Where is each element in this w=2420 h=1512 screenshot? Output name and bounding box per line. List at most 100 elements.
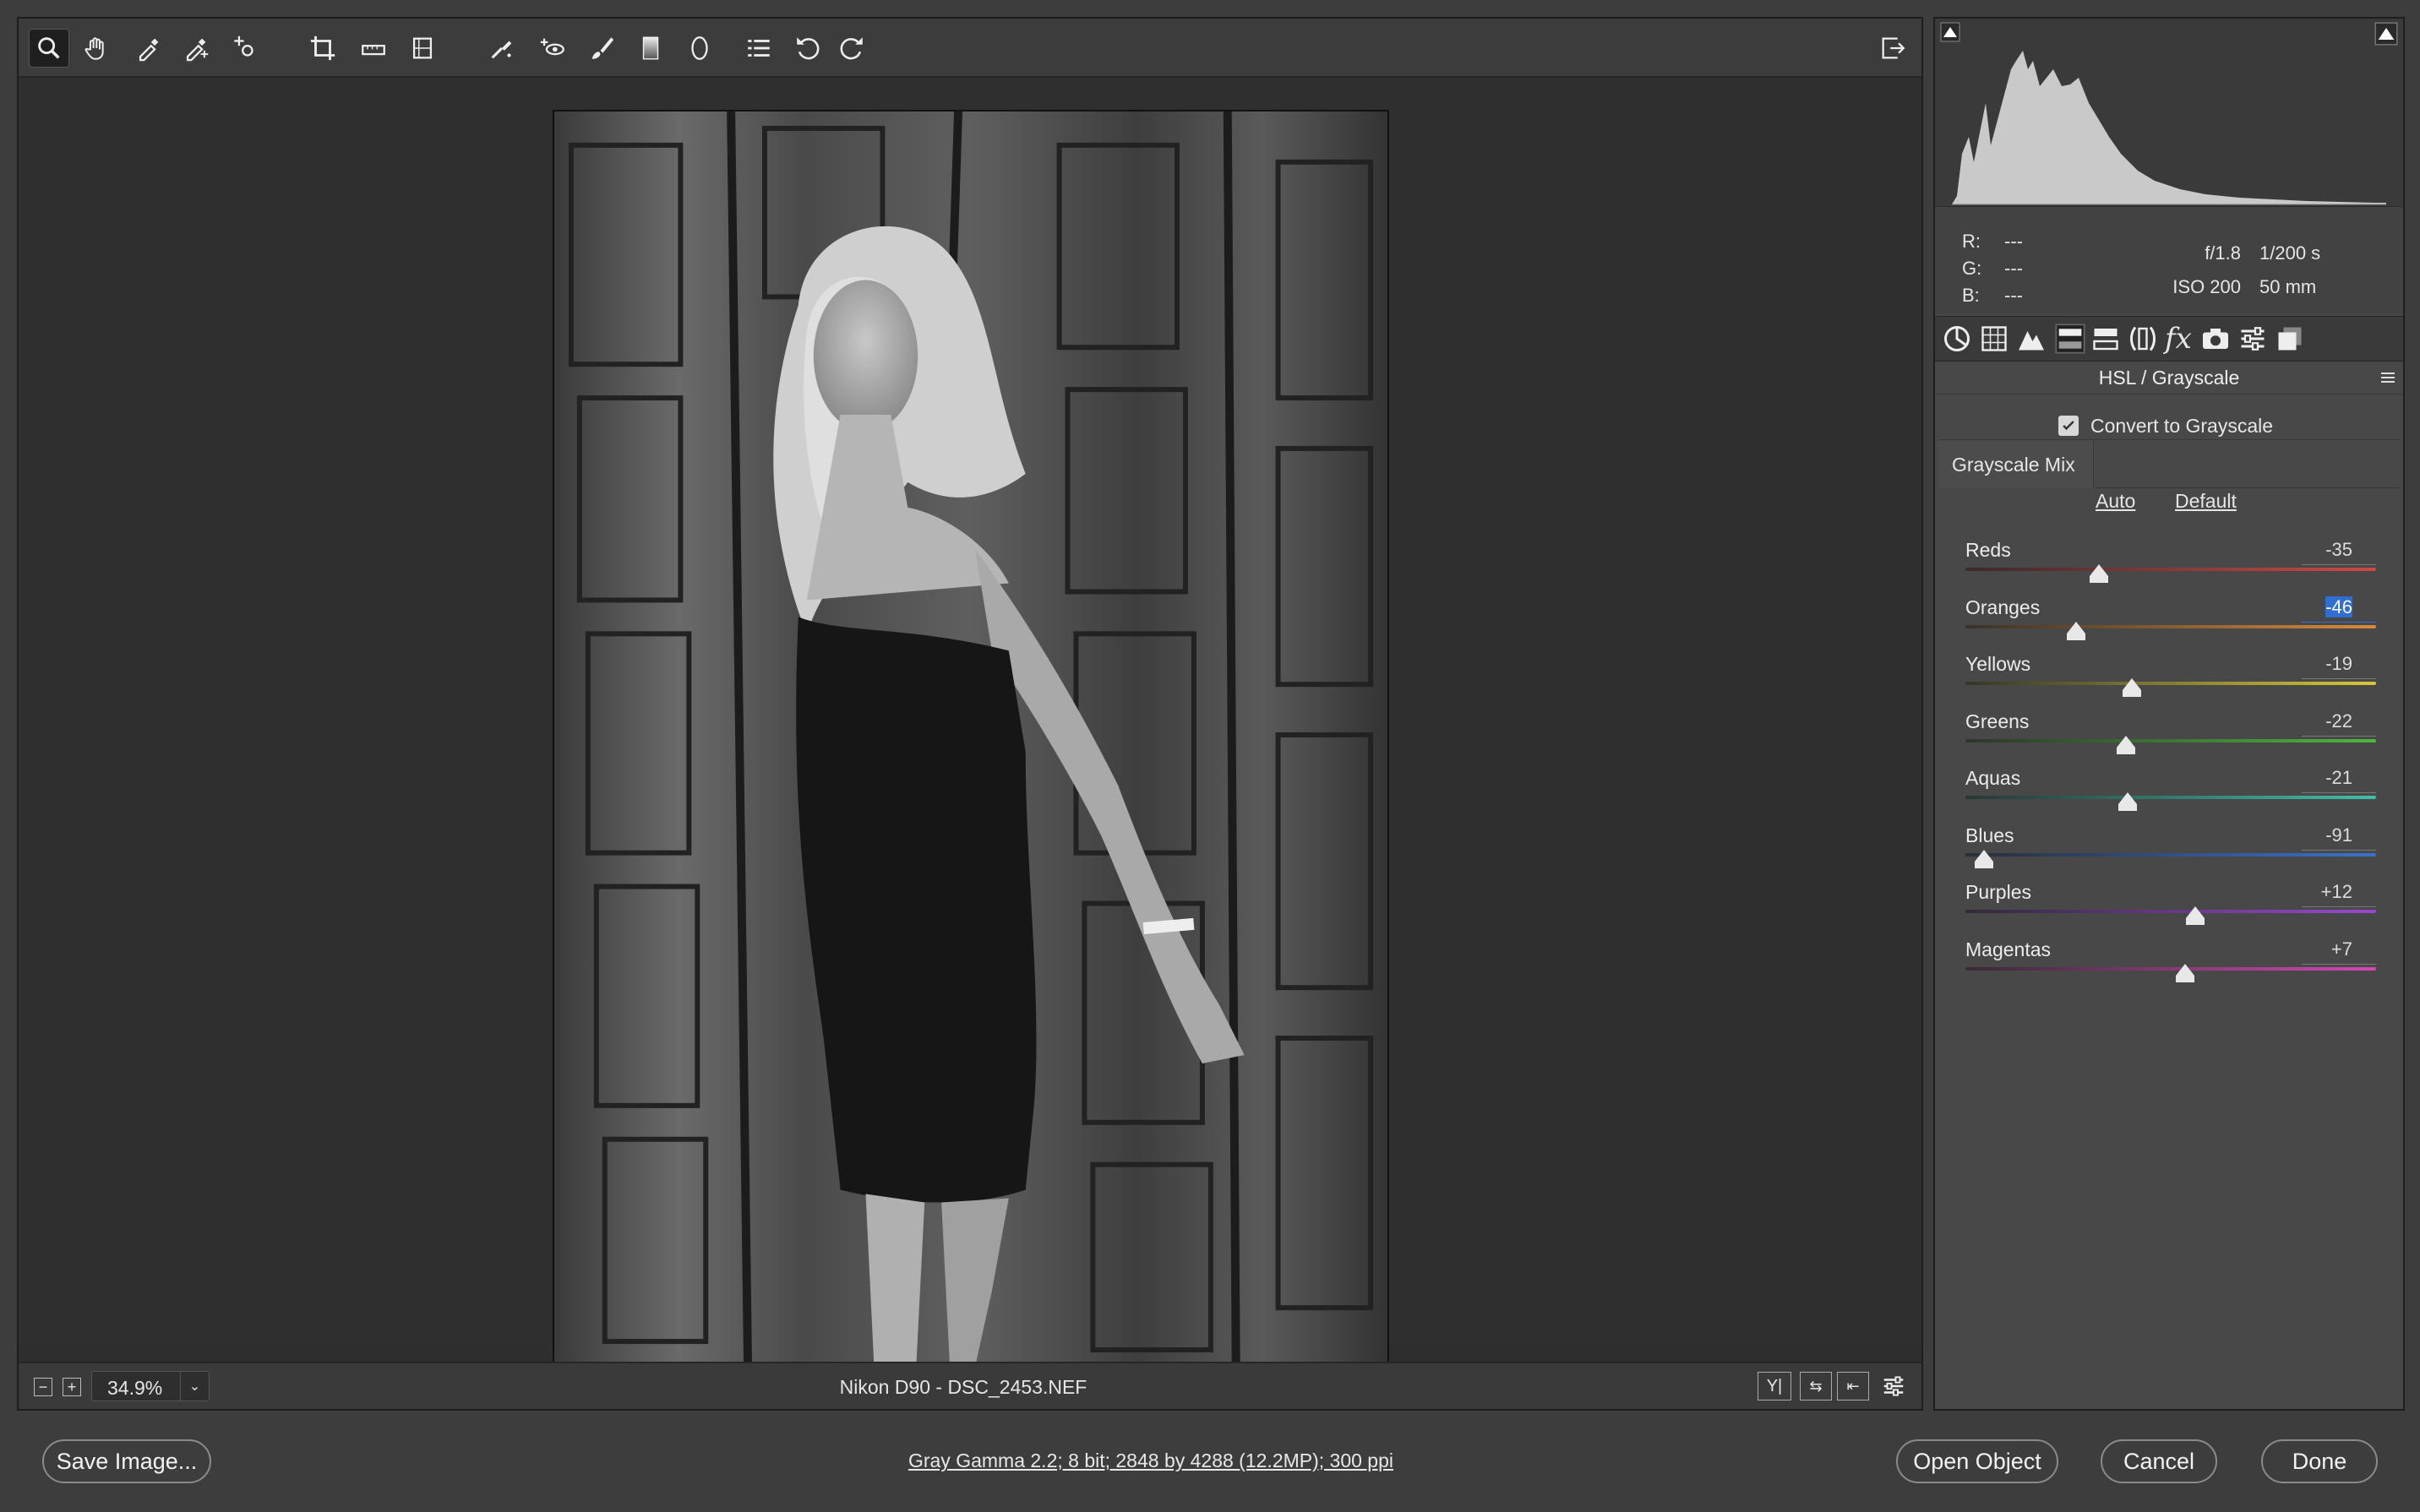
image-canvas[interactable] — [19, 79, 1921, 1368]
slider-track[interactable] — [1965, 738, 2376, 742]
slider-track[interactable] — [1965, 910, 2376, 913]
slider-blues[interactable]: Blues -91 — [1965, 824, 2376, 882]
slider-thumb[interactable] — [2116, 735, 2135, 754]
slider-value-underline — [2302, 906, 2376, 907]
slider-reds[interactable]: Reds -35 — [1965, 539, 2376, 596]
slider-thumb[interactable] — [2089, 564, 2108, 583]
photo-preview[interactable] — [553, 110, 1389, 1368]
checkmark-icon — [2063, 421, 2074, 431]
auto-link[interactable]: Auto — [2096, 490, 2135, 513]
slider-track[interactable] — [1965, 796, 2376, 799]
tab-grayscale-mix[interactable]: Grayscale Mix — [1938, 441, 2094, 488]
slider-value-field[interactable]: -91 — [2288, 824, 2356, 846]
tab-effects-icon[interactable]: fx — [2165, 322, 2192, 356]
radial-filter-icon[interactable] — [679, 29, 720, 68]
status-bar: − + 34.9% ⌄ Nikon D90 - DSC_2453.NEF Y| … — [19, 1362, 1921, 1409]
slider-label: Aquas — [1965, 767, 2021, 789]
tab-hsl-icon[interactable] — [2053, 322, 2087, 356]
slider-oranges[interactable]: Oranges -46 — [1965, 596, 2376, 654]
file-name-label: Nikon D90 - DSC_2453.NEF — [839, 1376, 1087, 1398]
slider-thumb[interactable] — [2186, 906, 2205, 925]
tab-tone-curve-icon[interactable] — [1979, 324, 2009, 354]
panel-title: HSL / Grayscale — [2098, 367, 2240, 389]
slider-value-field[interactable]: -21 — [2288, 767, 2356, 789]
workspace: − + 34.9% ⌄ Nikon D90 - DSC_2453.NEF Y| … — [17, 17, 1923, 1411]
slider-label: Yellows — [1965, 653, 2031, 675]
tab-detail-icon[interactable] — [2016, 324, 2047, 354]
targeted-adjustment-icon[interactable] — [225, 29, 265, 68]
tab-lens-corrections-icon[interactable] — [2128, 324, 2158, 354]
slider-label: Oranges — [1965, 596, 2041, 618]
hand-tool-icon[interactable] — [76, 29, 117, 68]
slider-value-field[interactable]: -22 — [2288, 710, 2356, 732]
slider-track[interactable] — [1965, 682, 2376, 685]
slider-label: Greens — [1965, 710, 2030, 732]
slider-label: Reds — [1965, 539, 2011, 561]
slider-thumb[interactable] — [2122, 678, 2141, 697]
color-sampler-icon[interactable] — [176, 29, 216, 68]
cancel-button[interactable]: Cancel — [2101, 1439, 2217, 1483]
swap-settings-icon[interactable]: ⇆ — [1800, 1372, 1832, 1401]
green-value: --- — [2004, 258, 2023, 279]
grayscale-mix-tabbar: Grayscale Mix — [1938, 441, 2400, 488]
red-eye-icon[interactable] — [532, 29, 573, 68]
open-object-button[interactable]: Open Object — [1896, 1439, 2058, 1483]
straighten-icon[interactable] — [353, 29, 394, 68]
transform-icon[interactable] — [402, 29, 443, 68]
slider-aquas[interactable]: Aquas -21 — [1965, 767, 2376, 824]
slider-value: -46 — [2325, 596, 2352, 617]
slider-track[interactable] — [1965, 852, 2376, 857]
histogram — [1935, 19, 2403, 206]
slider-thumb[interactable] — [2118, 792, 2137, 811]
slider-value-underline — [2302, 678, 2376, 679]
graduated-filter-icon[interactable] — [630, 29, 671, 68]
slider-purples[interactable]: Purples +12 — [1965, 881, 2376, 938]
histogram-graph — [1952, 51, 2386, 205]
view-settings-icon[interactable] — [1878, 1372, 1910, 1401]
slider-greens[interactable]: Greens -22 — [1965, 710, 2376, 768]
before-after-view-icon[interactable]: Y| — [1758, 1372, 1791, 1401]
slider-value: -21 — [2325, 767, 2352, 788]
slider-thumb[interactable] — [2176, 963, 2194, 982]
slider-value-field[interactable]: +12 — [2288, 881, 2356, 903]
tab-camera-calibration-icon[interactable] — [2200, 324, 2231, 354]
slider-value-underline — [2302, 735, 2376, 737]
slider-magentas[interactable]: Magentas +7 — [1965, 938, 2376, 996]
panel-menu-icon[interactable] — [2379, 370, 2396, 385]
convert-grayscale-label: Convert to Grayscale — [2090, 414, 2274, 437]
slider-value: -91 — [2325, 824, 2352, 846]
slider-track[interactable] — [1965, 568, 2376, 571]
crop-icon[interactable] — [302, 29, 343, 68]
white-balance-eyedropper-icon[interactable] — [128, 29, 169, 68]
convert-grayscale-checkbox[interactable] — [2058, 416, 2079, 436]
slider-value-underline — [2302, 621, 2376, 623]
adjustment-brush-icon[interactable] — [581, 29, 622, 68]
tab-snapshots-icon[interactable] — [2275, 324, 2305, 354]
slider-thumb[interactable] — [2067, 621, 2086, 640]
tab-basic-icon[interactable] — [1942, 324, 1972, 354]
default-link[interactable]: Default — [2175, 490, 2237, 513]
slider-track[interactable] — [1965, 966, 2376, 971]
tab-split-toning-icon[interactable] — [2090, 324, 2121, 354]
tab-presets-icon[interactable] — [2237, 324, 2268, 354]
rotate-cw-icon[interactable] — [831, 29, 872, 68]
focal-length-value: 50 mm — [2259, 276, 2317, 297]
slider-value-field[interactable]: -46 — [2288, 596, 2356, 618]
fullscreen-toggle-icon[interactable] — [1872, 29, 1913, 68]
slider-value-underline — [2302, 849, 2376, 851]
slider-value-field[interactable]: -35 — [2288, 539, 2356, 561]
spot-removal-icon[interactable] — [482, 29, 522, 68]
done-button[interactable]: Done — [2261, 1439, 2378, 1483]
slider-track[interactable] — [1965, 624, 2376, 628]
slider-value-field[interactable]: -19 — [2288, 653, 2356, 675]
slider-label: Purples — [1965, 881, 2031, 903]
preferences-list-icon[interactable] — [739, 29, 779, 68]
rotate-ccw-icon[interactable] — [788, 29, 828, 68]
zoom-tool-icon[interactable] — [29, 29, 69, 68]
slider-yellows[interactable]: Yellows -19 — [1965, 653, 2376, 710]
slider-value-underline — [2302, 564, 2376, 565]
slider-thumb[interactable] — [1974, 849, 1993, 868]
copy-settings-icon[interactable]: ⇤ — [1837, 1372, 1869, 1401]
slider-value-field[interactable]: +7 — [2288, 938, 2356, 960]
slider-value: -35 — [2325, 539, 2352, 560]
